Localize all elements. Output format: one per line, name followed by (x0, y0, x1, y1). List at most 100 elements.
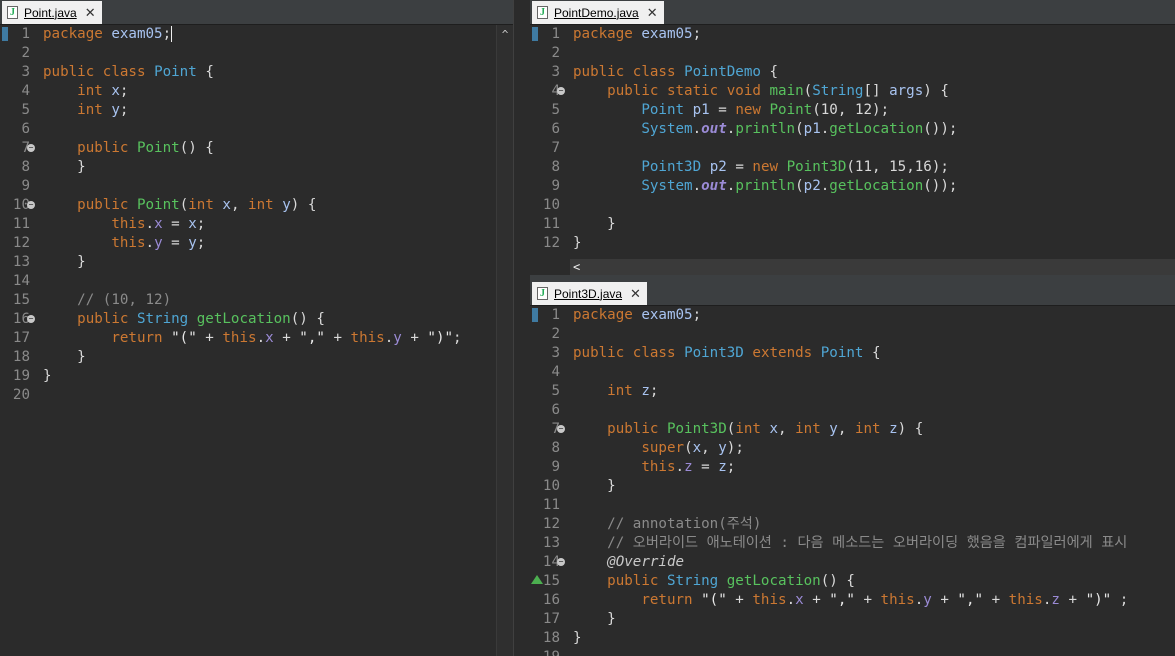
fold-toggle-icon[interactable]: − (557, 558, 565, 566)
java-file-icon: J (7, 6, 18, 19)
code-text: public class PointDemo { (573, 64, 779, 80)
code-line[interactable]: 8 } (0, 158, 513, 177)
line-number: 5 (551, 102, 560, 118)
code-line[interactable]: 4 int x; (0, 82, 513, 101)
code-line[interactable]: 3 public class Point3D extends Point { (530, 344, 1175, 363)
code-line[interactable]: 4 (530, 363, 1175, 382)
line-number: 18 (12, 349, 30, 365)
line-number: 16 (542, 592, 560, 608)
code-line[interactable]: 17 } (530, 610, 1175, 629)
code-line[interactable]: 6 (0, 120, 513, 139)
code-line[interactable]: 5 Point p1 = new Point(10, 12); (530, 101, 1175, 120)
code-line[interactable]: 20 (0, 386, 513, 405)
tab-point-java[interactable]: J Point.java ✕ (2, 1, 102, 24)
code-line[interactable]: 10− public Point(int x, int y) { (0, 196, 513, 215)
close-icon[interactable]: ✕ (85, 6, 96, 19)
code-line[interactable]: 2 (0, 44, 513, 63)
code-line[interactable]: 10 (530, 196, 1175, 215)
code-area[interactable]: 1 package exam05; 2 3 public class Point3D e… (530, 306, 1175, 656)
code-line[interactable]: 9 System.out.println(p2.getLocation()); (530, 177, 1175, 196)
code-line[interactable]: 6 System.out.println(p1.getLocation()); (530, 120, 1175, 139)
code-text: public Point() { (77, 140, 214, 156)
editor-pointdemo-java: J PointDemo.java ✕ 1 package exam05; 2 3 pub… (530, 0, 1175, 275)
code-text: int y; (77, 102, 129, 118)
code-line[interactable]: 9 (0, 177, 513, 196)
line-number: 9 (21, 178, 30, 194)
code-line[interactable]: 15 // (10, 12) (0, 291, 513, 310)
code-line[interactable]: 7 (530, 139, 1175, 158)
code-text: this.y = y; (111, 235, 206, 251)
code-line[interactable]: 1 package exam05; (530, 25, 1175, 44)
vertical-divider[interactable] (513, 0, 528, 656)
code-line[interactable]: 1 package exam05; (530, 306, 1175, 325)
code-line[interactable]: 12 // annotation(주석) (530, 515, 1175, 534)
code-text: this.x = x; (111, 216, 206, 232)
code-line[interactable]: 11 (530, 496, 1175, 515)
code-line[interactable]: 17 return "(" + this.x + "," + this.y + … (0, 329, 513, 348)
code-line[interactable]: 16− public String getLocation() { (0, 310, 513, 329)
code-text: } (573, 478, 616, 494)
scroll-up-icon[interactable]: ^ (497, 28, 513, 41)
code-line[interactable]: 3 public class PointDemo { (530, 63, 1175, 82)
code-line[interactable]: 11 } (530, 215, 1175, 234)
code-line[interactable]: 18 } (0, 348, 513, 367)
line-number: 6 (551, 402, 560, 418)
code-line[interactable]: 3 public class Point { (0, 63, 513, 82)
fold-toggle-icon[interactable]: − (557, 425, 565, 433)
tab-point3d-java[interactable]: J Point3D.java ✕ (532, 282, 647, 305)
code-line[interactable]: 9 this.z = z; (530, 458, 1175, 477)
code-line[interactable]: 2 (530, 325, 1175, 344)
code-line[interactable]: 14 (0, 272, 513, 291)
line-number: 8 (551, 440, 560, 456)
code-line[interactable]: 7− public Point3D(int x, int y, int z) { (530, 420, 1175, 439)
code-line[interactable]: 13 // 오버라이드 애노테이션 : 다음 메소드는 오버라이딩 했음을 컴파… (530, 534, 1175, 553)
code-text: Point p1 = new Point(10, 12); (641, 102, 890, 118)
close-icon[interactable]: ✕ (647, 6, 658, 19)
close-icon[interactable]: ✕ (630, 287, 641, 300)
code-line[interactable]: 5 int y; (0, 101, 513, 120)
code-line[interactable]: 18} (530, 629, 1175, 648)
fold-toggle-icon[interactable]: − (27, 201, 35, 209)
code-line[interactable]: 2 (530, 44, 1175, 63)
tab-label: Point.java (24, 5, 77, 20)
code-text: package exam05; (43, 26, 173, 42)
horizontal-scrollbar[interactable]: < (570, 259, 1175, 275)
line-number: 6 (551, 121, 560, 137)
code-line[interactable]: 14− @Override (530, 553, 1175, 572)
code-line[interactable]: 8 Point3D p2 = new Point3D(11, 15,16); (530, 158, 1175, 177)
code-text: public static void main(String[] args) { (607, 83, 949, 99)
code-line[interactable]: 13 } (0, 253, 513, 272)
vertical-scrollbar[interactable]: ^ (496, 25, 513, 656)
line-number: 1 (551, 307, 560, 323)
fold-toggle-icon[interactable]: − (27, 315, 35, 323)
scroll-left-icon[interactable]: < (570, 259, 1175, 275)
code-line[interactable]: 6 (530, 401, 1175, 420)
code-area[interactable]: 1 package exam05; 2 3 public class Point {4 … (0, 25, 513, 656)
override-marker-icon[interactable] (531, 575, 543, 584)
code-line[interactable]: 7− public Point() { (0, 139, 513, 158)
code-text: super(x, y); (641, 440, 744, 456)
code-line[interactable]: 11 this.x = x; (0, 215, 513, 234)
code-line[interactable]: 15 public String getLocation() { (530, 572, 1175, 591)
tab-pointdemo-java[interactable]: J PointDemo.java ✕ (532, 1, 664, 24)
code-area[interactable]: 1 package exam05; 2 3 public class PointDemo… (530, 25, 1175, 259)
fold-toggle-icon[interactable]: − (27, 144, 35, 152)
code-text: public class Point3D extends Point { (573, 345, 881, 361)
code-line[interactable]: 5 int z; (530, 382, 1175, 401)
line-number: 4 (551, 364, 560, 380)
line-number: 15 (12, 292, 30, 308)
code-text: public Point(int x, int y) { (77, 197, 317, 213)
code-line[interactable]: 16 return "(" + this.x + "," + this.y + … (530, 591, 1175, 610)
code-line[interactable]: 8 super(x, y); (530, 439, 1175, 458)
code-line[interactable]: 10 } (530, 477, 1175, 496)
code-line[interactable]: 12 this.y = y; (0, 234, 513, 253)
code-text: int z; (607, 383, 659, 399)
code-line[interactable]: 1 package exam05; (0, 25, 513, 44)
code-line[interactable]: 12} (530, 234, 1175, 253)
code-line[interactable]: 4− public static void main(String[] args… (530, 82, 1175, 101)
code-text: } (43, 254, 86, 270)
fold-toggle-icon[interactable]: − (557, 87, 565, 95)
tab-bar: J Point.java ✕ (0, 0, 513, 25)
code-line[interactable]: 19 (530, 648, 1175, 656)
code-line[interactable]: 19} (0, 367, 513, 386)
